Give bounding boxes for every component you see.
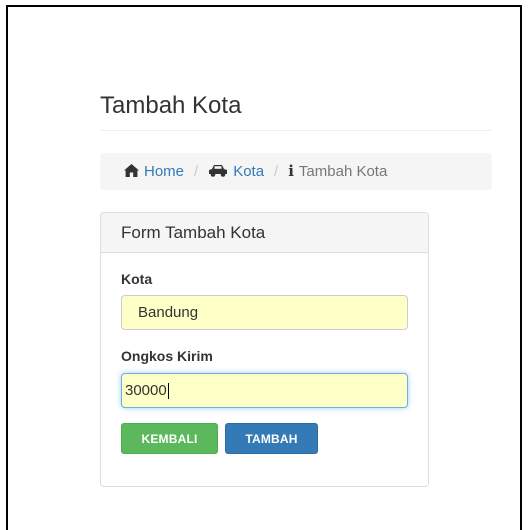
kota-input-value: Bandung (138, 304, 199, 321)
ongkos-kirim-input-value: 30000 (125, 382, 167, 399)
car-icon (208, 164, 228, 179)
title-divider (100, 130, 492, 131)
breadcrumb: Home / Kota / i Tambah Kota (100, 153, 492, 190)
ongkos-kirim-input[interactable]: 30000 (121, 373, 408, 408)
breadcrumb-home-label[interactable]: Home (144, 163, 184, 180)
breadcrumb-current-label: Tambah Kota (298, 163, 388, 180)
text-cursor (167, 382, 169, 399)
tambah-button[interactable]: TAMBAH (225, 423, 318, 454)
breadcrumb-kota-label[interactable]: Kota (233, 163, 264, 180)
form-panel-heading: Form Tambah Kota (101, 213, 428, 253)
breadcrumb-separator: / (274, 163, 279, 180)
form-panel: Form Tambah Kota Kota Bandung Ongkos Kir… (100, 212, 429, 487)
ongkos-kirim-label: Ongkos Kirim (121, 348, 213, 364)
kota-input[interactable]: Bandung (121, 295, 408, 330)
breadcrumb-current: i Tambah Kota (288, 163, 387, 180)
kota-label: Kota (121, 271, 153, 287)
info-icon: i (288, 162, 294, 180)
breadcrumb-home[interactable]: Home (124, 163, 184, 180)
page-title: Tambah Kota (100, 92, 242, 119)
kembali-button[interactable]: KEMBALI (121, 423, 218, 454)
home-icon (124, 164, 139, 179)
breadcrumb-kota[interactable]: Kota (208, 163, 264, 180)
breadcrumb-separator: / (194, 163, 199, 180)
